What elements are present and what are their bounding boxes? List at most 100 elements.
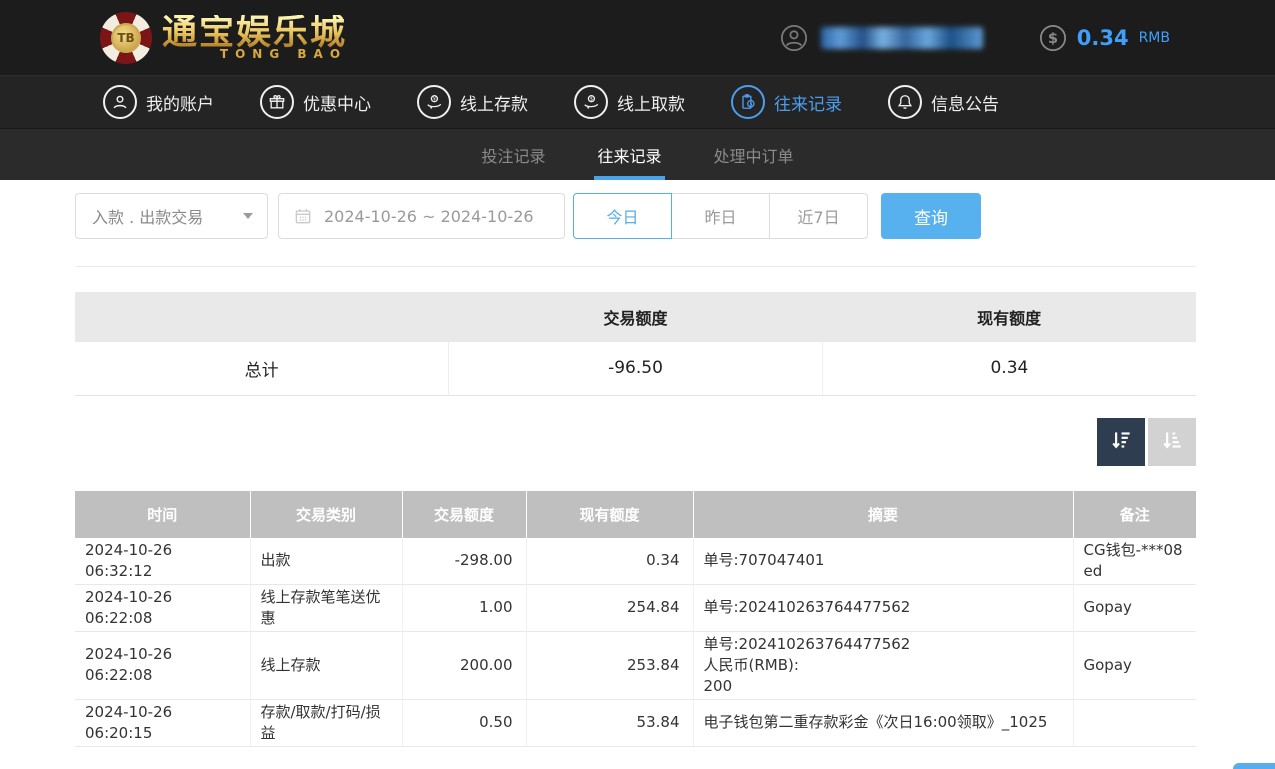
sub-nav: 投注记录 往来记录 处理中订单 bbox=[0, 128, 1275, 180]
table-row: 2024-10-26 06:32:12出款-298.000.34单号:70704… bbox=[75, 538, 1196, 585]
topbar: TB 通宝娱乐城 TONG BAO bbox=[0, 0, 1275, 75]
type-cell: 存款/取款/打码/损益 bbox=[250, 699, 402, 746]
user-icon bbox=[103, 85, 137, 119]
sort-amount-asc-icon bbox=[1159, 427, 1185, 456]
summary-cell: 单号:707047401 bbox=[693, 538, 1073, 585]
remark-cell: CG钱包-***08ed bbox=[1073, 538, 1196, 585]
balance-amount: 0.34 bbox=[1077, 26, 1129, 50]
amount-cell: 200.00 bbox=[402, 631, 526, 699]
tab-betting-records[interactable]: 投注记录 bbox=[478, 129, 548, 180]
user-account[interactable] bbox=[780, 24, 983, 52]
nav-item-online-deposit[interactable]: ¥ 线上存款 bbox=[417, 85, 528, 119]
transactions-table: 时间 交易类别 交易额度 现有额度 摘要 备注 2024-10-26 06:32… bbox=[75, 491, 1196, 747]
time-cell: 2024-10-26 06:22:08 bbox=[75, 631, 250, 699]
amount-cell: -298.00 bbox=[402, 538, 526, 585]
summary-table: 交易额度 现有额度 总计 -96.50 0.34 bbox=[75, 292, 1196, 396]
calendar-icon bbox=[293, 206, 313, 226]
balance[interactable]: $ 0.34 RMB bbox=[1039, 24, 1170, 52]
nav-item-promotions[interactable]: 优惠中心 bbox=[260, 85, 371, 119]
summary-header-transaction: 交易额度 bbox=[449, 292, 823, 342]
transactions-body: 2024-10-26 06:32:12出款-298.000.34单号:70704… bbox=[75, 538, 1196, 747]
summary-cell: 电子钱包第二重存款彩金《次日16:00领取》_1025 bbox=[693, 699, 1073, 746]
summary-cell: 单号:202410263764477562人民币(RMB):200 bbox=[693, 631, 1073, 699]
nav-item-my-account[interactable]: 我的账户 bbox=[103, 85, 214, 119]
brand-name-cn: 通宝娱乐城 bbox=[162, 15, 347, 50]
balance-cell: 253.84 bbox=[526, 631, 693, 699]
quick-range-yesterday[interactable]: 昨日 bbox=[671, 193, 770, 239]
transactions-header-row: 时间 交易类别 交易额度 现有额度 摘要 备注 bbox=[75, 491, 1196, 538]
withdraw-icon: $ bbox=[574, 85, 608, 119]
sort-ascending-button[interactable] bbox=[1148, 418, 1196, 466]
filter-bar: 入款 . 出款交易 2024-10-26 ~ 2024-10-26 今日 bbox=[75, 193, 1196, 239]
table-row: 2024-10-26 06:22:08线上存款笔笔送优惠1.00254.84单号… bbox=[75, 584, 1196, 631]
quick-range-group: 今日 昨日 近7日 bbox=[573, 193, 868, 239]
sort-controls bbox=[75, 418, 1196, 466]
time-cell: 2024-10-26 06:22:08 bbox=[75, 584, 250, 631]
floating-widget-partial[interactable] bbox=[1233, 763, 1275, 769]
transaction-type-select[interactable]: 入款 . 出款交易 bbox=[75, 193, 268, 239]
sort-descending-button[interactable] bbox=[1097, 418, 1145, 466]
remark-cell: Gopay bbox=[1073, 584, 1196, 631]
svg-text:$: $ bbox=[590, 97, 593, 103]
deposit-icon: ¥ bbox=[417, 85, 451, 119]
quick-range-last7days[interactable]: 近7日 bbox=[769, 193, 868, 239]
nav-item-announcements[interactable]: 信息公告 bbox=[888, 85, 999, 119]
amount-cell: 1.00 bbox=[402, 584, 526, 631]
dollar-coin-icon: $ bbox=[1039, 24, 1067, 52]
balance-cell: 0.34 bbox=[526, 538, 693, 585]
nav-label: 往来记录 bbox=[774, 90, 842, 115]
time-cell: 2024-10-26 06:20:15 bbox=[75, 699, 250, 746]
page: TB 通宝娱乐城 TONG BAO bbox=[0, 0, 1275, 769]
table-row: 2024-10-26 06:22:08线上存款200.00253.84单号:20… bbox=[75, 631, 1196, 699]
tab-pending-orders[interactable]: 处理中订单 bbox=[711, 129, 797, 180]
chip-monogram: TB bbox=[111, 23, 141, 53]
col-balance: 现有额度 bbox=[526, 491, 693, 538]
search-button[interactable]: 查询 bbox=[881, 193, 981, 239]
col-remark: 备注 bbox=[1073, 491, 1196, 538]
col-type: 交易类别 bbox=[250, 491, 402, 538]
type-cell: 线上存款笔笔送优惠 bbox=[250, 584, 402, 631]
type-cell: 线上存款 bbox=[250, 631, 402, 699]
tab-transaction-records[interactable]: 往来记录 bbox=[594, 129, 664, 180]
poker-chip-icon: TB bbox=[100, 12, 152, 64]
summary-total-label: 总计 bbox=[75, 342, 449, 395]
remark-cell bbox=[1073, 699, 1196, 746]
svg-text:$: $ bbox=[1048, 30, 1058, 47]
nav-item-online-withdraw[interactable]: $ 线上取款 bbox=[574, 85, 685, 119]
col-summary: 摘要 bbox=[693, 491, 1073, 538]
col-time: 时间 bbox=[75, 491, 250, 538]
date-range-input[interactable]: 2024-10-26 ~ 2024-10-26 bbox=[278, 193, 565, 239]
nav-label: 信息公告 bbox=[931, 90, 999, 115]
nav-label: 线上取款 bbox=[617, 90, 685, 115]
type-cell: 出款 bbox=[250, 538, 402, 585]
svg-text:¥: ¥ bbox=[433, 97, 437, 103]
avatar-icon bbox=[780, 24, 808, 52]
nav-label: 我的账户 bbox=[146, 90, 214, 115]
nav-item-transaction-records[interactable]: 往来记录 bbox=[731, 85, 842, 119]
summary-total-balance: 0.34 bbox=[822, 342, 1196, 395]
username-redacted bbox=[821, 27, 983, 49]
bell-icon bbox=[888, 85, 922, 119]
balance-currency: RMB bbox=[1139, 30, 1170, 46]
content: 入款 . 出款交易 2024-10-26 ~ 2024-10-26 今日 bbox=[0, 180, 1275, 747]
col-amount: 交易额度 bbox=[402, 491, 526, 538]
quick-range-today[interactable]: 今日 bbox=[573, 193, 672, 239]
records-icon bbox=[731, 85, 765, 119]
remark-cell: Gopay bbox=[1073, 631, 1196, 699]
brand-logo[interactable]: TB 通宝娱乐城 TONG BAO bbox=[100, 12, 347, 64]
brand-name-en: TONG BAO bbox=[220, 48, 347, 60]
balance-cell: 254.84 bbox=[526, 584, 693, 631]
time-cell: 2024-10-26 06:32:12 bbox=[75, 538, 250, 585]
section-divider bbox=[75, 266, 1196, 267]
chevron-down-icon bbox=[243, 213, 253, 219]
summary-header-balance: 现有额度 bbox=[822, 292, 1196, 342]
nav-label: 线上存款 bbox=[460, 90, 528, 115]
balance-cell: 53.84 bbox=[526, 699, 693, 746]
sort-amount-desc-icon bbox=[1108, 427, 1134, 456]
main-nav: 我的账户 优惠中心 ¥ 线上存款 bbox=[0, 75, 1275, 128]
summary-cell: 单号:202410263764477562 bbox=[693, 584, 1073, 631]
gift-icon bbox=[260, 85, 294, 119]
table-row: 2024-10-26 06:20:15存款/取款/打码/损益0.5053.84电… bbox=[75, 699, 1196, 746]
summary-total-transaction: -96.50 bbox=[449, 342, 823, 395]
amount-cell: 0.50 bbox=[402, 699, 526, 746]
